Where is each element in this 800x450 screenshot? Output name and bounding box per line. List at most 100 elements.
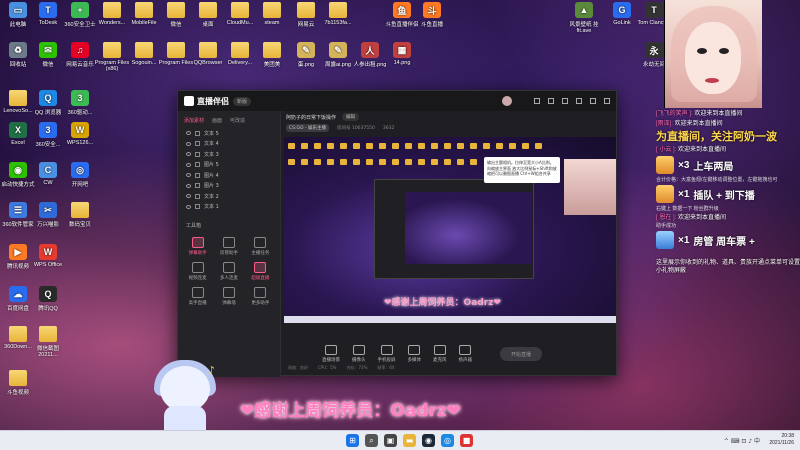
desktop-icon[interactable]: MobileFile [126,2,162,26]
desktop-icon[interactable]: Sogouin... [126,42,162,66]
toolbox-item[interactable]: 房管助手 [213,237,244,256]
control-speaker[interactable]: 扬声器 [459,345,472,363]
desktop-icon[interactable]: Delivery... [222,42,258,66]
start-live-button[interactable]: 开始直播 [500,347,542,361]
desktop-icon[interactable]: +360安全卫士 [62,2,98,28]
toolbox-item[interactable]: 超级直播 [245,262,276,281]
desktop-icon[interactable]: 微信截图 20211... [30,326,66,358]
desktop-icon[interactable]: CloudMu... [222,2,258,26]
desktop-icon[interactable]: T ToDesk [30,2,66,26]
lock-icon[interactable] [195,204,200,210]
visibility-icon[interactable] [186,162,191,167]
live-app-window[interactable]: 直播伴侣 新版 添加素材 画面 可改造 文本 5 文本 4 文本 3 图片 5 图片 4… [177,90,617,377]
clock[interactable]: 20:38 2021/11/26 [769,433,794,447]
source-item[interactable]: 图片 5 [178,160,280,171]
desktop-icon[interactable]: 美团美 [254,42,290,68]
user-avatar[interactable] [502,96,512,106]
minimize-icon[interactable] [576,98,582,104]
source-item[interactable]: 文本 1 [178,202,280,213]
visibility-icon[interactable] [186,204,191,209]
desktop-icon[interactable]: 微信 [158,2,194,28]
desktop-icon[interactable]: 桌面 [190,2,226,28]
skin-icon[interactable] [534,98,540,104]
scene-edit-button[interactable]: 编辑 [342,113,360,121]
source-item[interactable]: 图片 3 [178,181,280,192]
desktop-icon[interactable]: ▦ 14.png [384,42,420,66]
desktop-icon[interactable]: 网易云 [288,2,324,28]
desktop-icon[interactable]: ◎ 开网吧 [62,162,98,188]
lock-icon[interactable] [195,172,200,178]
steam-icon[interactable]: ◉ [422,434,435,447]
desktop-icon[interactable]: ✎ 蛋.png [288,42,324,68]
tab-editable[interactable]: 可改造 [230,117,245,124]
toolbox-item[interactable]: 更多助手 [245,287,276,306]
desktop-icon[interactable]: 数码宝贝 [62,202,98,228]
source-item[interactable]: 文本 5 [178,128,280,139]
source-item[interactable]: 文本 4 [178,139,280,150]
source-item[interactable]: 文本 3 [178,149,280,160]
lock-icon[interactable] [195,183,200,189]
settings-icon[interactable] [548,98,554,104]
tab-add-source[interactable]: 添加素材 [184,117,204,124]
task-view-icon[interactable]: ▣ [384,434,397,447]
desktop-icon[interactable]: ✉ 微信 [30,42,66,68]
toolbox-item[interactable]: 多人连麦 [213,262,244,281]
control-media[interactable]: 多媒体 [408,345,421,363]
desktop-icon[interactable]: Program Files [158,42,194,66]
search-icon[interactable]: ⌕ [365,434,378,447]
visibility-icon[interactable] [186,183,191,188]
stream-preview[interactable]: 输出主题相机。拉伸至宽大小A比例。向缩放主界面 放大比例鼠标+Shift和放缩把… [284,137,616,323]
tab-canvas[interactable]: 画面 [212,117,222,124]
desktop-icon[interactable]: Program Files (x86) [94,42,130,72]
desktop-icon[interactable]: 3 360安全... [30,122,66,148]
lock-icon[interactable] [195,151,200,157]
desktop-icon[interactable]: steam [254,2,290,26]
desktop-icon[interactable]: 斗鱼视频 [0,370,36,396]
desktop-icon[interactable]: C CW [30,162,66,186]
desktop-icon[interactable]: 人人参出租.png [352,42,388,68]
system-tray[interactable]: ^ ⌨ ⊡ ♪ 中 [724,436,760,445]
desktop-icon[interactable]: Q QQ 浏览器 [30,90,66,116]
toolbox-item[interactable]: 高手直播 [182,287,213,306]
desktop-icon[interactable]: W WPS126... [62,122,98,146]
control-scene[interactable]: 直播场景 [322,345,340,363]
visibility-icon[interactable] [186,131,191,136]
visibility-icon[interactable] [186,141,191,146]
maximize-icon[interactable] [590,98,596,104]
desktop-icon[interactable]: Wonders... [94,2,130,26]
control-phone-cast[interactable]: 手机投屏 [378,345,396,363]
toolbox-item[interactable]: 弹幕墙 [213,287,244,306]
close-icon[interactable] [604,98,610,104]
lock-icon[interactable] [195,130,200,136]
toolbox-item[interactable]: 主播任务 [245,237,276,256]
app-icon[interactable]: ■ [460,434,473,447]
desktop-icon[interactable]: ✂ 万兴喵影 [30,202,66,228]
category-tag[interactable]: CS:GO - 娱乐主播 [286,124,330,132]
desktop-icon[interactable]: 斗斗鱼直播 [414,2,450,28]
windows-start-icon[interactable]: ⊞ [346,434,359,447]
control-camera[interactable]: 摄像头 [352,345,366,363]
desktop-icon[interactable]: 7b1153fa... [320,2,356,26]
menu-icon[interactable] [562,98,568,104]
file-explorer-icon[interactable]: ▬ [403,434,416,447]
lock-icon[interactable] [195,141,200,147]
visibility-icon[interactable] [186,152,191,157]
lock-icon[interactable] [195,162,200,168]
source-item[interactable]: 文本 2 [178,191,280,202]
desktop-icon[interactable]: ▲ 风景壁纸 挂 fit.ave [566,2,602,34]
desktop-icon[interactable]: QQBrowser [190,42,226,66]
desktop-icon[interactable]: W WPS Office [30,244,66,268]
visibility-icon[interactable] [186,194,191,199]
source-item[interactable]: 图片 4 [178,170,280,181]
browser-icon[interactable]: ◎ [441,434,454,447]
desktop-icon[interactable]: ✎ 周露ai.png [320,42,356,68]
visibility-icon[interactable] [186,173,191,178]
app-version-badge[interactable]: 新版 [233,96,252,106]
desktop-icon[interactable]: Q 腾讯QQ [30,286,66,312]
toolbox-item[interactable]: 视频连麦 [182,262,213,281]
scene-title[interactable]: 阿奶子的日常下饭操作 [286,114,336,121]
desktop-icon[interactable]: G GoLink [604,2,640,26]
toolbox-item[interactable]: 弹幕助手 [182,237,213,256]
lock-icon[interactable] [195,193,200,199]
control-microphone[interactable]: 麦克风 [433,345,447,363]
